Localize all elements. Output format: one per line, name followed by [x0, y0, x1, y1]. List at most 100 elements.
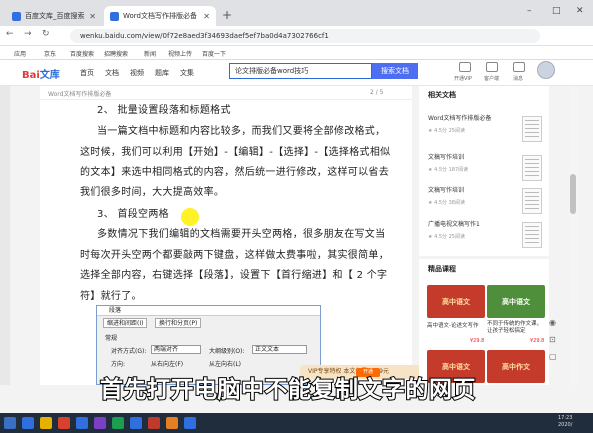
outline-label: 大纲级别(O):: [209, 348, 245, 355]
side-tool-icon[interactable]: ⊡: [549, 335, 559, 344]
nav-collections[interactable]: 文集: [180, 68, 194, 78]
taskbar-app-icon[interactable]: [184, 417, 196, 429]
taskbar-app-icon[interactable]: [76, 417, 88, 429]
message-label[interactable]: 消息: [513, 75, 523, 82]
doc-thumbnail[interactable]: [522, 188, 542, 214]
dialog-tab-indent: 缩进和间距(I): [103, 318, 148, 328]
direction-ltr: 从左向右(L): [209, 361, 242, 368]
taskbar-app-icon[interactable]: [166, 417, 178, 429]
side-tool-icon[interactable]: ◉: [549, 318, 559, 327]
doc-thumbnail[interactable]: [522, 222, 542, 248]
doc-line: 这时候，我们可以利用【开始】-【编辑】-【选择】-【选择格式相似: [80, 147, 391, 158]
doc-heading-2: 2、 批量设置段落和标题格式: [97, 105, 231, 116]
course-thumbnail[interactable]: 高中语文: [487, 285, 545, 318]
outline-select: 正文文本: [252, 345, 307, 354]
bookmark-apps[interactable]: 应用: [14, 49, 26, 58]
doc-line: 多数情况下我们编辑的文档需要开头空两格，很多朋友在写文当: [97, 229, 386, 240]
message-icon[interactable]: [513, 62, 525, 72]
bookmark-baidu[interactable]: 百度一下: [202, 49, 226, 58]
side-tool-icon[interactable]: ▢: [549, 352, 559, 361]
close-tab-icon[interactable]: ✕: [89, 12, 96, 21]
course-thumbnail[interactable]: 高中作文: [487, 350, 545, 383]
taskbar-app-icon[interactable]: [94, 417, 106, 429]
restore-button[interactable]: □: [552, 6, 561, 16]
client-label[interactable]: 客户端: [484, 75, 499, 82]
doc-thumbnail[interactable]: [522, 116, 542, 142]
close-window-button[interactable]: ✕: [576, 6, 584, 16]
mouse-cursor-highlight: [181, 208, 199, 226]
scrollbar-thumb[interactable]: [570, 174, 576, 214]
direction-rtl: 从右向左(F): [151, 361, 184, 368]
new-tab-button[interactable]: +: [222, 8, 232, 22]
vip-label[interactable]: 开通VIP: [454, 75, 472, 82]
taskbar-app-icon[interactable]: [40, 417, 52, 429]
doc-thumbnail[interactable]: [522, 155, 542, 181]
dialog-title: 段落: [97, 306, 320, 316]
nav-home[interactable]: 首页: [80, 68, 94, 78]
taskbar-app-icon[interactable]: [22, 417, 34, 429]
taskbar-app-icon[interactable]: [130, 417, 142, 429]
doc-line: 我们很多时间，大大提高效率。: [80, 187, 225, 198]
page-scrollbar[interactable]: [569, 86, 577, 385]
search-button[interactable]: 搜索文档: [372, 63, 418, 79]
course-price: ¥29.8: [470, 338, 485, 344]
tab-baidu-search[interactable]: 百度文库_百度搜索 ✕: [6, 6, 102, 26]
dialog-section-general: 常规: [105, 335, 118, 342]
course-title[interactable]: 不同于传统的作文课，让孩子轻松搞定: [487, 321, 545, 335]
wenku-logo[interactable]: Bai文库: [22, 66, 60, 81]
forward-button[interactable]: →: [24, 29, 32, 39]
related-doc-meta: ★ 4.5分 187阅读: [428, 167, 469, 173]
taskbar-clock[interactable]: 17:23 2020/: [558, 415, 572, 429]
taskbar: [0, 413, 593, 433]
url-field[interactable]: wenku.baidu.com/view/0f72e8aed3f34693dae…: [70, 29, 540, 43]
related-doc-meta: ★ 4.5分 25阅读: [428, 234, 465, 240]
avatar[interactable]: [537, 61, 555, 79]
doc-title: Word文档写作排版必备: [48, 91, 112, 98]
doc-heading-3: 3、 首段空两格: [97, 209, 169, 220]
vip-icon[interactable]: [459, 62, 471, 72]
bookmark-jobs[interactable]: 招聘搜索: [104, 49, 128, 58]
client-icon[interactable]: [486, 62, 498, 72]
related-doc-title[interactable]: 广播电视文稿写作1: [428, 219, 480, 228]
align-select: 两端对齐: [151, 345, 201, 354]
document-toolbar: Word文档写作排版必备 2 / 5: [40, 86, 412, 100]
left-strip: [0, 86, 10, 385]
doc-line: 时每次开头空两个都要敲两下键盘，这样做太费事啦，其实很简单，: [80, 250, 389, 261]
related-doc-title[interactable]: 文稿写作培训: [428, 185, 464, 194]
bookmark-news[interactable]: 新闻: [144, 49, 156, 58]
tab-wenku-doc[interactable]: Word文档写作排版必备 ✕: [104, 6, 216, 26]
course-price: ¥29.8: [530, 338, 545, 344]
course-title[interactable]: 高中语文-论述文写作: [427, 321, 479, 329]
bookmark-jd[interactable]: 京东: [44, 49, 56, 58]
nav-video[interactable]: 视频: [130, 68, 144, 78]
back-button[interactable]: ←: [6, 29, 14, 39]
related-doc-meta: ★ 4.5分 25阅读: [428, 128, 465, 134]
dialog-tab-pagination: 换行和分页(P): [155, 318, 202, 328]
bookmarks-bar: 应用 京东 百度搜索 招聘搜索 新闻 视频上传 百度一下: [0, 46, 593, 60]
wenku-favicon-icon: [110, 11, 119, 21]
doc-line: 符】就行了。: [80, 291, 142, 302]
minimize-button[interactable]: –: [527, 6, 532, 16]
related-doc-meta: ★ 4.5分 38阅读: [428, 200, 465, 206]
doc-line: 选择全部内容，右键选择【段落】，设置下【首行缩进】和【 2 个字: [80, 270, 388, 281]
related-doc-title[interactable]: Word文档写作排版必备: [428, 113, 491, 122]
start-icon[interactable]: [4, 417, 16, 429]
close-tab-icon[interactable]: ✕: [203, 12, 210, 21]
bookmark-video-upload[interactable]: 视频上传: [168, 49, 192, 58]
page-indicator: 2 / 5: [370, 89, 384, 96]
taskbar-app-icon[interactable]: [112, 417, 124, 429]
course-thumbnail[interactable]: 高中语文: [427, 285, 485, 318]
baidu-favicon-icon: [12, 11, 21, 21]
doc-line: 当一篇文档中标题和内容比较多，而我们又要将全部修改格式，: [97, 126, 386, 137]
related-docs-title: 相关文档: [428, 91, 456, 99]
direction-label: 方向:: [111, 361, 126, 368]
bookmark-baidu-search[interactable]: 百度搜索: [70, 49, 94, 58]
reload-button[interactable]: ↻: [42, 29, 50, 39]
related-doc-title[interactable]: 文稿写作培训: [428, 152, 464, 161]
video-caption: 首先打开电脑中不能复制文字的网页: [99, 376, 477, 404]
taskbar-app-icon[interactable]: [58, 417, 70, 429]
search-input[interactable]: 论文排版必备word技巧: [229, 63, 372, 79]
taskbar-app-icon[interactable]: [148, 417, 160, 429]
nav-docs[interactable]: 文档: [105, 68, 119, 78]
nav-questions[interactable]: 题库: [155, 68, 169, 78]
